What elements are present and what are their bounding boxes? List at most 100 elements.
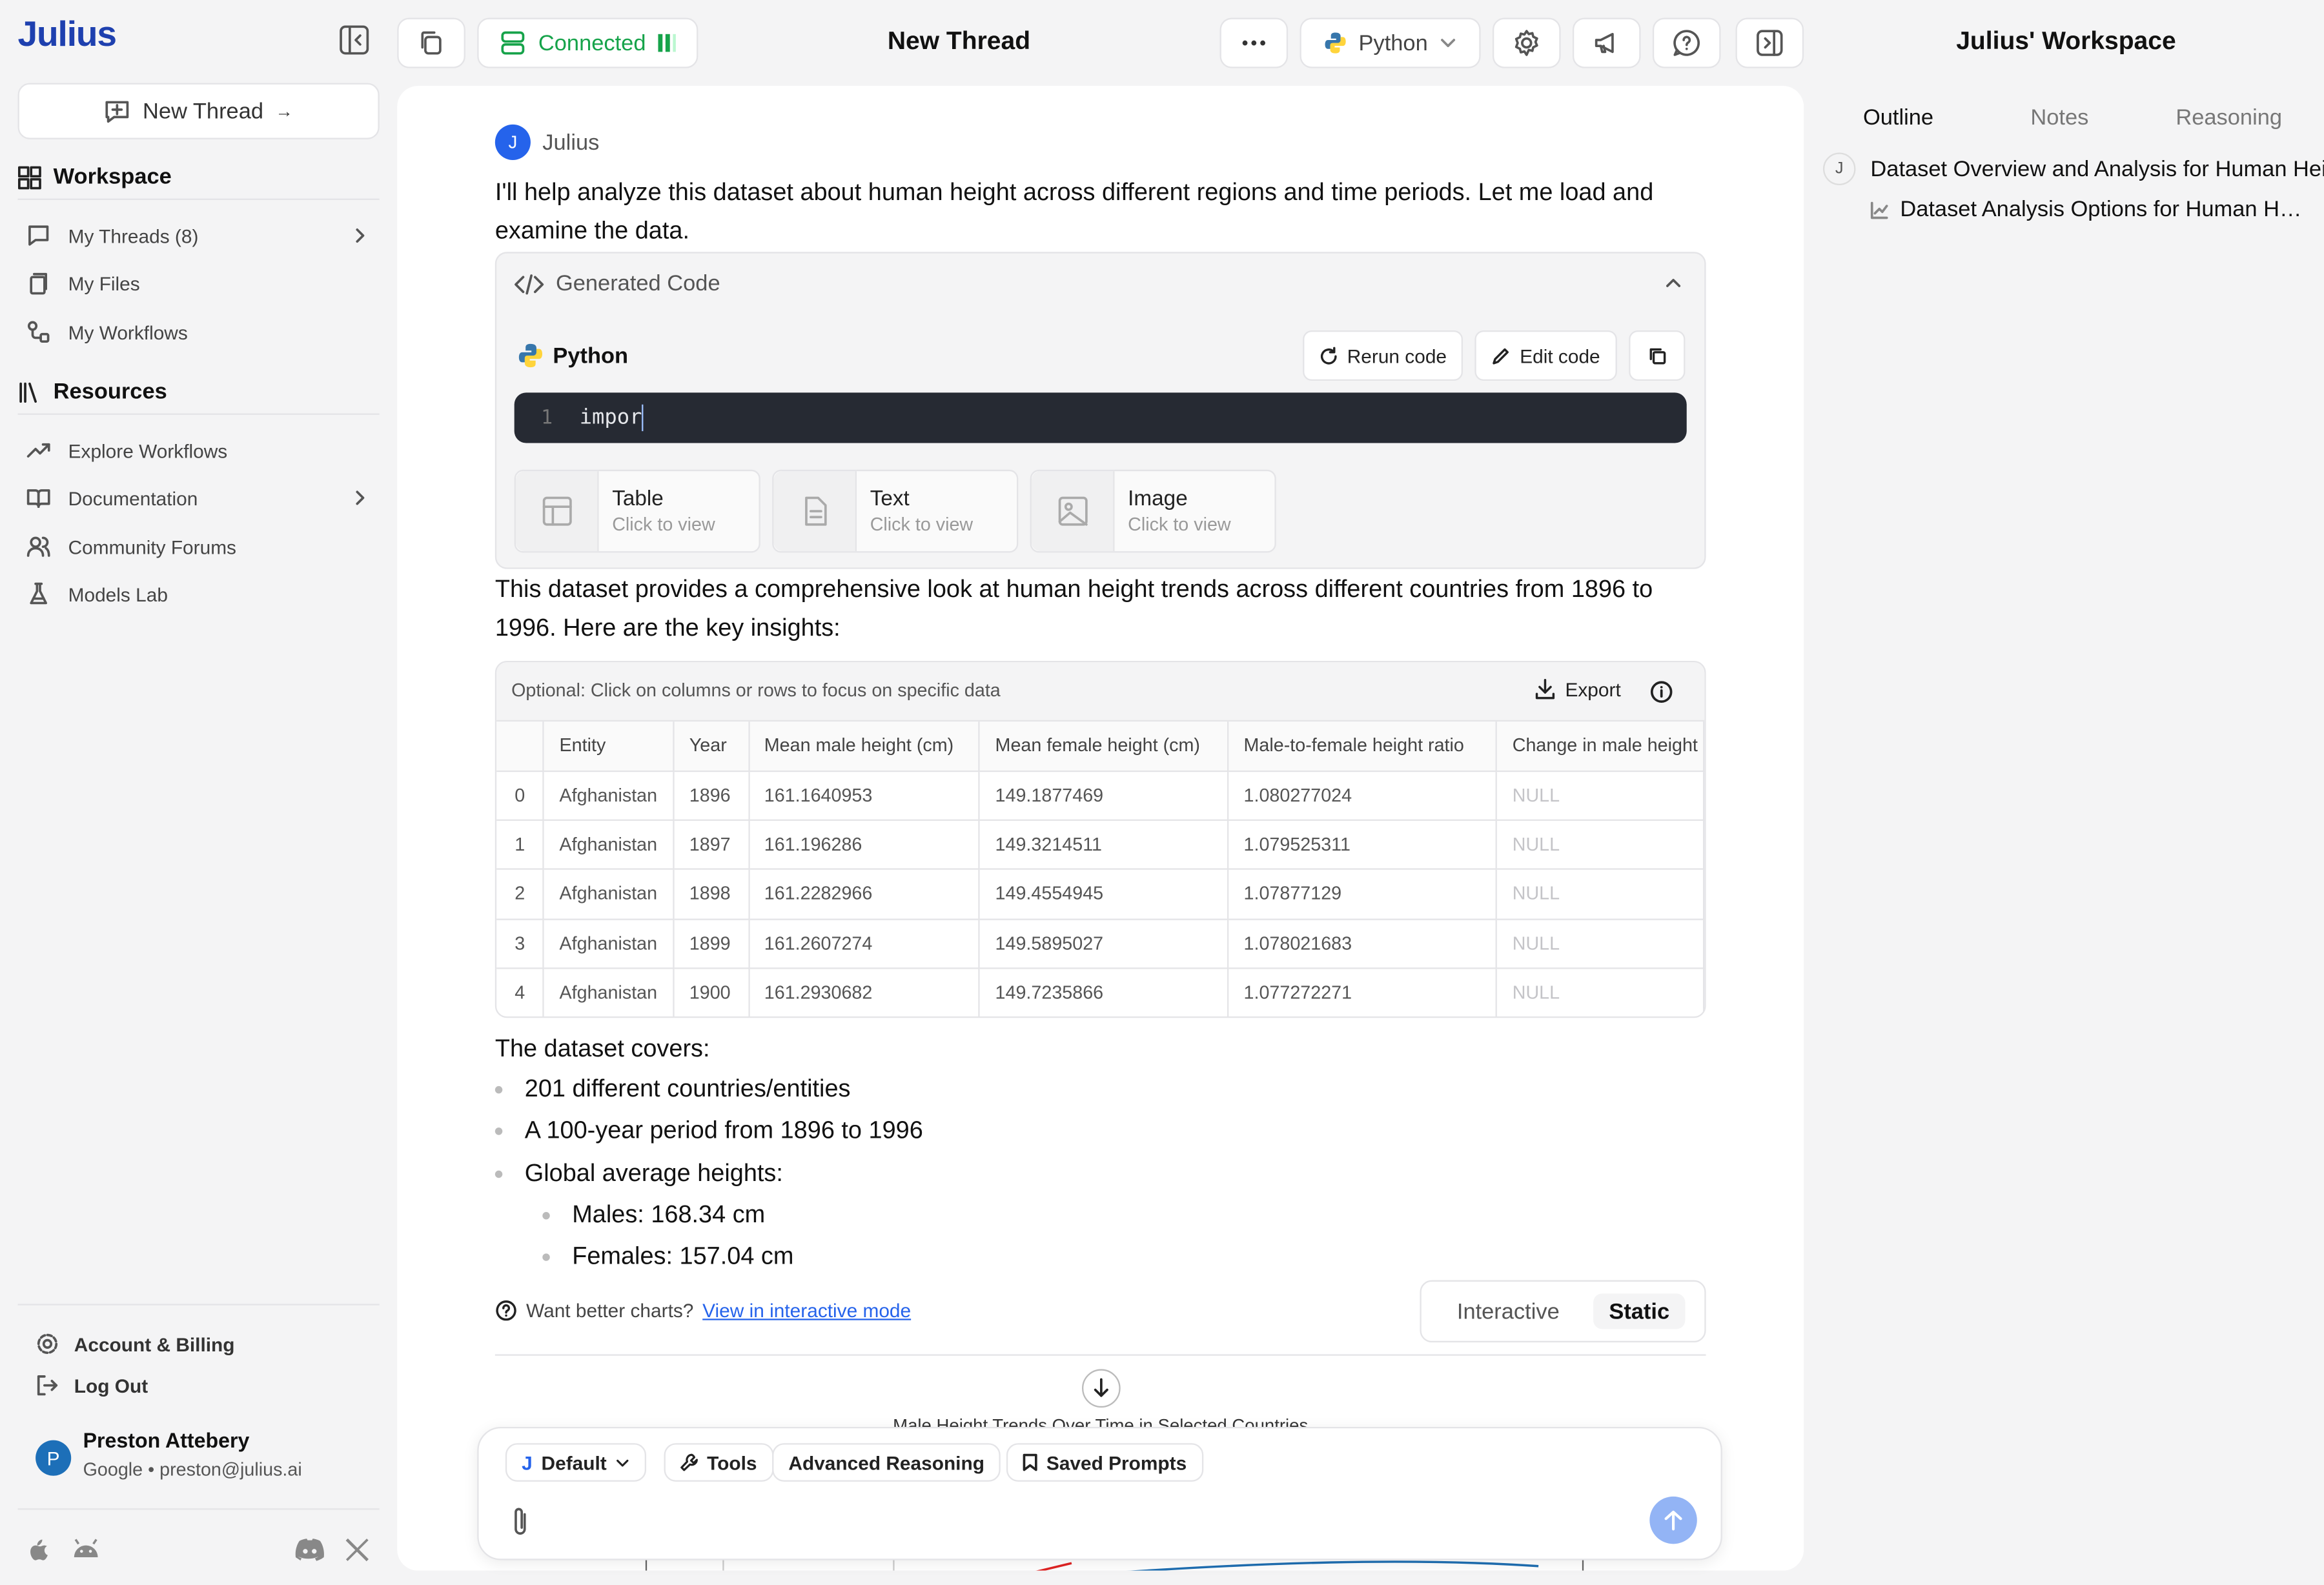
table-cell: 161.1640953: [749, 771, 980, 820]
copy-code-button[interactable]: [1629, 330, 1685, 381]
advanced-reasoning-button[interactable]: Advanced Reasoning: [772, 1443, 1001, 1482]
log-out-label: Log Out: [74, 1374, 148, 1396]
account-billing-label: Account & Billing: [74, 1333, 235, 1355]
language-select[interactable]: Python: [1300, 18, 1481, 68]
outline-subitem[interactable]: Dataset Analysis Options for Human Heigh…: [1870, 197, 2315, 222]
index-header: [496, 722, 544, 771]
chevron-up-icon[interactable]: [1664, 277, 1682, 288]
table-cell: 1899: [674, 919, 749, 969]
export-label: Export: [1565, 679, 1620, 701]
settings-button[interactable]: [1493, 18, 1561, 68]
sidebar-item-my-workflows[interactable]: My Workflows: [26, 311, 379, 352]
info-icon[interactable]: [1649, 680, 1673, 704]
sidebar-item-label: Community Forums: [68, 536, 236, 558]
panel-right-icon: [1755, 28, 1784, 58]
table-cell: NULL: [1497, 869, 1704, 919]
line-number: 1: [515, 407, 580, 429]
android-icon[interactable]: [71, 1537, 101, 1563]
table-row[interactable]: 2Afghanistan1898161.2282966149.45549451.…: [496, 869, 1704, 919]
list-item-text: Males: 168.34 cm: [572, 1201, 765, 1229]
table-row[interactable]: 3Afghanistan1899161.2607274149.58950271.…: [496, 919, 1704, 969]
output-card-image[interactable]: ImageClick to view: [1030, 470, 1276, 553]
model-select[interactable]: J Default: [505, 1443, 647, 1482]
sidebar-item-explore-workflows[interactable]: Explore Workflows: [26, 430, 379, 471]
wrench-icon: [680, 1453, 698, 1471]
export-button[interactable]: Export: [1534, 679, 1620, 701]
workspace-panel: Julius' Workspace Outline Notes Reasonin…: [1808, 0, 2324, 1585]
copy-icon: [1647, 346, 1667, 365]
announcements-button[interactable]: [1573, 18, 1641, 68]
bullet-separator: •: [148, 1459, 159, 1480]
sidebar-item-documentation[interactable]: Documentation: [26, 477, 379, 518]
rerun-code-label: Rerun code: [1347, 345, 1447, 367]
pencil-icon: [1492, 346, 1511, 365]
attach-file-icon[interactable]: [508, 1506, 532, 1539]
julius-logo[interactable]: Julius: [18, 15, 116, 56]
chevron-down-icon: [615, 1457, 630, 1468]
interactive-mode-link[interactable]: View in interactive mode: [702, 1300, 911, 1322]
sidebar-item-my-threads[interactable]: My Threads (8): [26, 215, 379, 256]
model-label: Default: [542, 1451, 607, 1473]
image-icon: [1056, 495, 1089, 528]
user-name: Preston Attebery: [83, 1428, 250, 1452]
apple-icon[interactable]: [26, 1537, 53, 1563]
code-editor[interactable]: 1 impor: [515, 392, 1687, 443]
outline-item[interactable]: J Dataset Overview and Analysis for Huma…: [1823, 152, 2324, 185]
output-card-table[interactable]: TableClick to view: [515, 470, 760, 553]
tools-button[interactable]: Tools: [664, 1443, 773, 1482]
connection-status-button[interactable]: Connected: [477, 18, 698, 68]
saved-prompts-button[interactable]: Saved Prompts: [1006, 1443, 1203, 1482]
data-table[interactable]: EntityYearMean male height (cm)Mean fema…: [496, 722, 1704, 1018]
column-header[interactable]: Entity: [544, 722, 673, 771]
column-header[interactable]: Mean male height (cm): [749, 722, 980, 771]
sidebar-item-label: My Workflows: [68, 321, 188, 343]
divider: [495, 1354, 1706, 1355]
table-row[interactable]: 4Afghanistan1900161.2930682149.72358661.…: [496, 969, 1704, 1018]
edit-code-button[interactable]: Edit code: [1474, 330, 1616, 381]
table-row[interactable]: 1Afghanistan1897161.196286149.32145111.0…: [496, 820, 1704, 870]
thread-title[interactable]: New Thread: [830, 26, 1088, 56]
static-toggle[interactable]: Static: [1593, 1293, 1685, 1329]
x-twitter-icon[interactable]: [344, 1538, 371, 1562]
column-header[interactable]: Mean female height (cm): [979, 722, 1228, 771]
copy-thread-button[interactable]: [397, 18, 465, 68]
tab-notes[interactable]: Notes: [2030, 105, 2088, 130]
table-cell: 1.080277024: [1228, 771, 1496, 820]
generated-code-header[interactable]: Generated Code: [515, 271, 720, 296]
sidebar-item-community-forums[interactable]: Community Forums: [26, 526, 379, 567]
sidebar-item-label: Explore Workflows: [68, 439, 228, 461]
table-row[interactable]: 0Afghanistan1896161.1640953149.18774691.…: [496, 771, 1704, 820]
user-email: preston@julius.ai: [159, 1459, 302, 1480]
toggle-workspace-button[interactable]: [1735, 18, 1804, 68]
question-circle-icon: [495, 1300, 517, 1322]
rerun-code-button[interactable]: Rerun code: [1303, 330, 1463, 381]
log-out-link[interactable]: Log Out: [36, 1368, 148, 1403]
list-item: Global average heights:: [495, 1153, 923, 1195]
copy-icon: [418, 30, 444, 56]
tab-outline[interactable]: Outline: [1863, 105, 1933, 130]
list-item: A 100-year period from 1896 to 1996: [495, 1111, 923, 1153]
new-thread-button[interactable]: New Thread →: [18, 83, 380, 139]
more-options-button[interactable]: [1220, 18, 1289, 68]
column-header[interactable]: Male-to-female height ratio: [1228, 722, 1496, 771]
python-logo-icon: [517, 342, 544, 368]
column-header[interactable]: Year: [674, 722, 749, 771]
refresh-icon: [1319, 346, 1338, 365]
tab-reasoning[interactable]: Reasoning: [2176, 105, 2282, 130]
sidebar-item-my-files[interactable]: My Files: [26, 262, 379, 303]
interactive-toggle[interactable]: Interactive: [1457, 1300, 1560, 1325]
scroll-down-button[interactable]: [1082, 1369, 1121, 1408]
new-thread-label: New Thread: [143, 99, 263, 124]
account-billing-link[interactable]: Account & Billing: [36, 1326, 234, 1362]
column-header[interactable]: Change in male height: [1497, 722, 1704, 771]
user-avatar[interactable]: P: [36, 1440, 71, 1476]
discord-icon[interactable]: [294, 1537, 327, 1563]
output-card-text[interactable]: TextClick to view: [772, 470, 1018, 553]
table-cell: 1898: [674, 869, 749, 919]
arrow-up-icon: [1663, 1510, 1684, 1531]
collapse-sidebar-icon[interactable]: [338, 24, 371, 57]
help-button[interactable]: [1653, 18, 1721, 68]
sidebar-item-models-lab[interactable]: Models Lab: [26, 574, 379, 615]
send-button[interactable]: [1649, 1497, 1697, 1544]
table-cell: NULL: [1497, 771, 1704, 820]
